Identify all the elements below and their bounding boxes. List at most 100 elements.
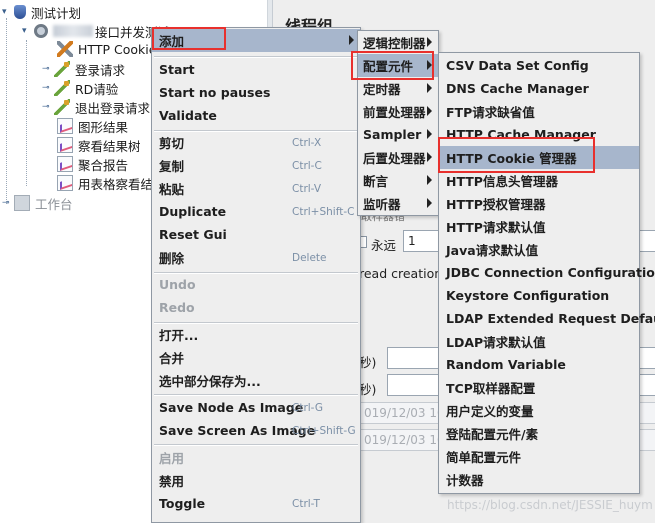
menu-item-undo[interactable]: Undo — [152, 273, 360, 296]
submenu-item-timer[interactable]: 定时器 — [358, 77, 438, 100]
submenu-item-listener[interactable]: 监听器 — [358, 192, 438, 215]
menu-item-redo[interactable]: Redo — [152, 296, 360, 319]
sampler-icon — [54, 80, 70, 96]
sampler-icon — [54, 61, 70, 77]
sampler-icon — [54, 99, 70, 115]
menu-item-save-selection[interactable]: 选中部分保存为... — [152, 369, 360, 392]
menu-item-label: 计数器 — [446, 473, 484, 488]
config-item[interactable]: TCP取样器配置 — [439, 376, 639, 399]
config-item-http-cookie-manager[interactable]: HTTP Cookie 管理器 — [439, 146, 639, 169]
menu-item-label: 剪切 — [159, 136, 185, 151]
tree-node-thread-group[interactable]: ▾ 接口并发测试 — [22, 22, 170, 40]
menu-item-label: LDAP请求默认值 — [446, 335, 546, 350]
menu-item-paste[interactable]: 粘贴 Ctrl-V — [152, 177, 360, 200]
tree-node-result-tree[interactable]: 察看结果树 — [57, 136, 141, 154]
menu-item-label: CSV Data Set Config — [446, 58, 589, 73]
tree-node-rd-request[interactable]: ⊸ RD请验 — [42, 79, 118, 97]
menu-item-copy[interactable]: 复制 Ctrl-C — [152, 154, 360, 177]
submenu-arrow-icon — [427, 198, 432, 208]
submenu-item-logic-controller[interactable]: 逻辑控制器 — [358, 31, 438, 54]
menu-item-label: 合并 — [159, 351, 185, 366]
menu-item-validate[interactable]: Validate — [152, 104, 360, 127]
config-item[interactable]: JDBC Connection Configuration — [439, 261, 655, 284]
config-item[interactable]: FTP请求缺省值 — [439, 100, 639, 123]
menu-item-label: HTTP Cookie 管理器 — [446, 151, 577, 166]
expand-icon[interactable]: ⊸ — [42, 64, 51, 74]
menu-item-label: HTTP授权管理器 — [446, 197, 546, 212]
submenu-item-pre-processor[interactable]: 前置处理器 — [358, 100, 438, 123]
config-item[interactable]: Random Variable — [439, 353, 639, 376]
menu-item-label: Validate — [159, 108, 217, 123]
menu-item-open[interactable]: 打开... — [152, 323, 360, 346]
submenu-arrow-icon — [427, 106, 432, 116]
config-item[interactable]: CSV Data Set Config — [439, 54, 639, 77]
menu-item-label: Toggle — [159, 496, 206, 511]
expand-icon[interactable]: ⊸ — [42, 83, 51, 93]
shortcut-label: Ctrl+Shift-G — [292, 424, 356, 437]
config-item[interactable]: 登陆配置元件/素 — [439, 422, 639, 445]
tree-node-aggregate-report[interactable]: 聚合报告 — [57, 155, 128, 173]
menu-item-start[interactable]: Start — [152, 58, 360, 81]
tree-node-login-request[interactable]: ⊸ 登录请求 — [42, 60, 125, 78]
tree-node-label: 退出登录请求 — [75, 100, 151, 116]
submenu-item-assertion[interactable]: 断言 — [358, 169, 438, 192]
config-item[interactable]: DNS Cache Manager — [439, 77, 639, 100]
tree-node-label: 测试计划 — [31, 5, 82, 21]
menu-item-label: Duplicate — [159, 204, 227, 219]
config-item[interactable]: LDAP Extended Request Defaults — [439, 307, 655, 330]
watermark: https://blog.csdn.net/JESSIE_huym — [447, 498, 653, 512]
tree-node-label: 用表格察看结 — [78, 176, 154, 192]
config-item[interactable]: HTTP授权管理器 — [439, 192, 639, 215]
submenu-arrow-icon — [427, 129, 432, 139]
menu-item-save-node-image[interactable]: Save Node As Image Ctrl-G — [152, 396, 360, 419]
config-item[interactable]: Keystore Configuration — [439, 284, 639, 307]
menu-item-label: JDBC Connection Configuration — [446, 265, 655, 280]
tree-node-logout-request[interactable]: ⊸ 退出登录请求 — [42, 98, 150, 116]
menu-item-label: TCP取样器配置 — [446, 381, 536, 396]
tree-node-label: 聚合报告 — [78, 157, 129, 173]
tree-node-label: RD请验 — [75, 81, 119, 97]
tree-node-http-cookie[interactable]: HTTP Cookie — [57, 40, 156, 58]
expand-icon[interactable]: ⊸ — [42, 102, 51, 112]
menu-item-label: 复制 — [159, 159, 185, 174]
menu-item-label: 禁用 — [159, 474, 185, 489]
menu-item-add[interactable]: 添加 — [152, 29, 360, 52]
forever-label: 永远 — [371, 238, 397, 253]
menu-item-delete[interactable]: 删除 Delete — [152, 246, 360, 269]
tree-node-test-plan[interactable]: ▾ 测试计划 — [2, 3, 81, 21]
config-item[interactable]: LDAP请求默认值 — [439, 330, 639, 353]
menu-item-start-no-pauses[interactable]: Start no pauses — [152, 81, 360, 104]
menu-item-disable[interactable]: 禁用 — [152, 469, 360, 492]
menu-item-save-screen-image[interactable]: Save Screen As Image Ctrl+Shift-G — [152, 419, 360, 442]
tree-node-workbench[interactable]: ⊸ 工作台 — [2, 194, 73, 212]
submenu-item-post-processor[interactable]: 后置处理器 — [358, 146, 438, 169]
collapse-icon[interactable]: ▾ — [2, 7, 11, 17]
expand-icon[interactable]: ⊸ — [2, 198, 11, 208]
menu-item-label: HTTP信息头管理器 — [446, 174, 558, 189]
submenu-arrow-icon — [427, 152, 432, 162]
submenu-item-sampler[interactable]: Sampler — [358, 123, 438, 146]
config-item[interactable]: 用户定义的变量 — [439, 399, 639, 422]
submenu-arrow-icon — [427, 60, 432, 70]
menu-item-duplicate[interactable]: Duplicate Ctrl+Shift-C — [152, 200, 360, 223]
tree-node-graph-results[interactable]: 图形结果 — [57, 117, 128, 135]
config-item[interactable]: HTTP请求默认值 — [439, 215, 639, 238]
config-item[interactable]: Java请求默认值 — [439, 238, 639, 261]
menu-item-label: 选中部分保存为... — [159, 374, 261, 389]
collapse-icon[interactable]: ▾ — [22, 26, 31, 36]
tree-node-table-results[interactable]: 用表格察看结 — [57, 174, 153, 192]
workbench-icon — [14, 195, 30, 211]
config-item[interactable]: 计数器 — [439, 468, 639, 491]
config-item[interactable]: HTTP Cache Manager — [439, 123, 639, 146]
config-item[interactable]: HTTP信息头管理器 — [439, 169, 639, 192]
menu-item-enable[interactable]: 启用 — [152, 446, 360, 469]
config-item[interactable]: 简单配置元件 — [439, 445, 639, 468]
menu-item-toggle[interactable]: Toggle Ctrl-T — [152, 492, 360, 515]
menu-item-label: LDAP Extended Request Defaults — [446, 311, 655, 326]
submenu-arrow-icon — [427, 83, 432, 93]
menu-item-merge[interactable]: 合并 — [152, 346, 360, 369]
menu-item-cut[interactable]: 剪切 Ctrl-X — [152, 131, 360, 154]
submenu-item-config-element[interactable]: 配置元件 — [358, 54, 438, 77]
menu-item-reset-gui[interactable]: Reset Gui — [152, 223, 360, 246]
submenu-arrow-icon — [349, 35, 354, 45]
